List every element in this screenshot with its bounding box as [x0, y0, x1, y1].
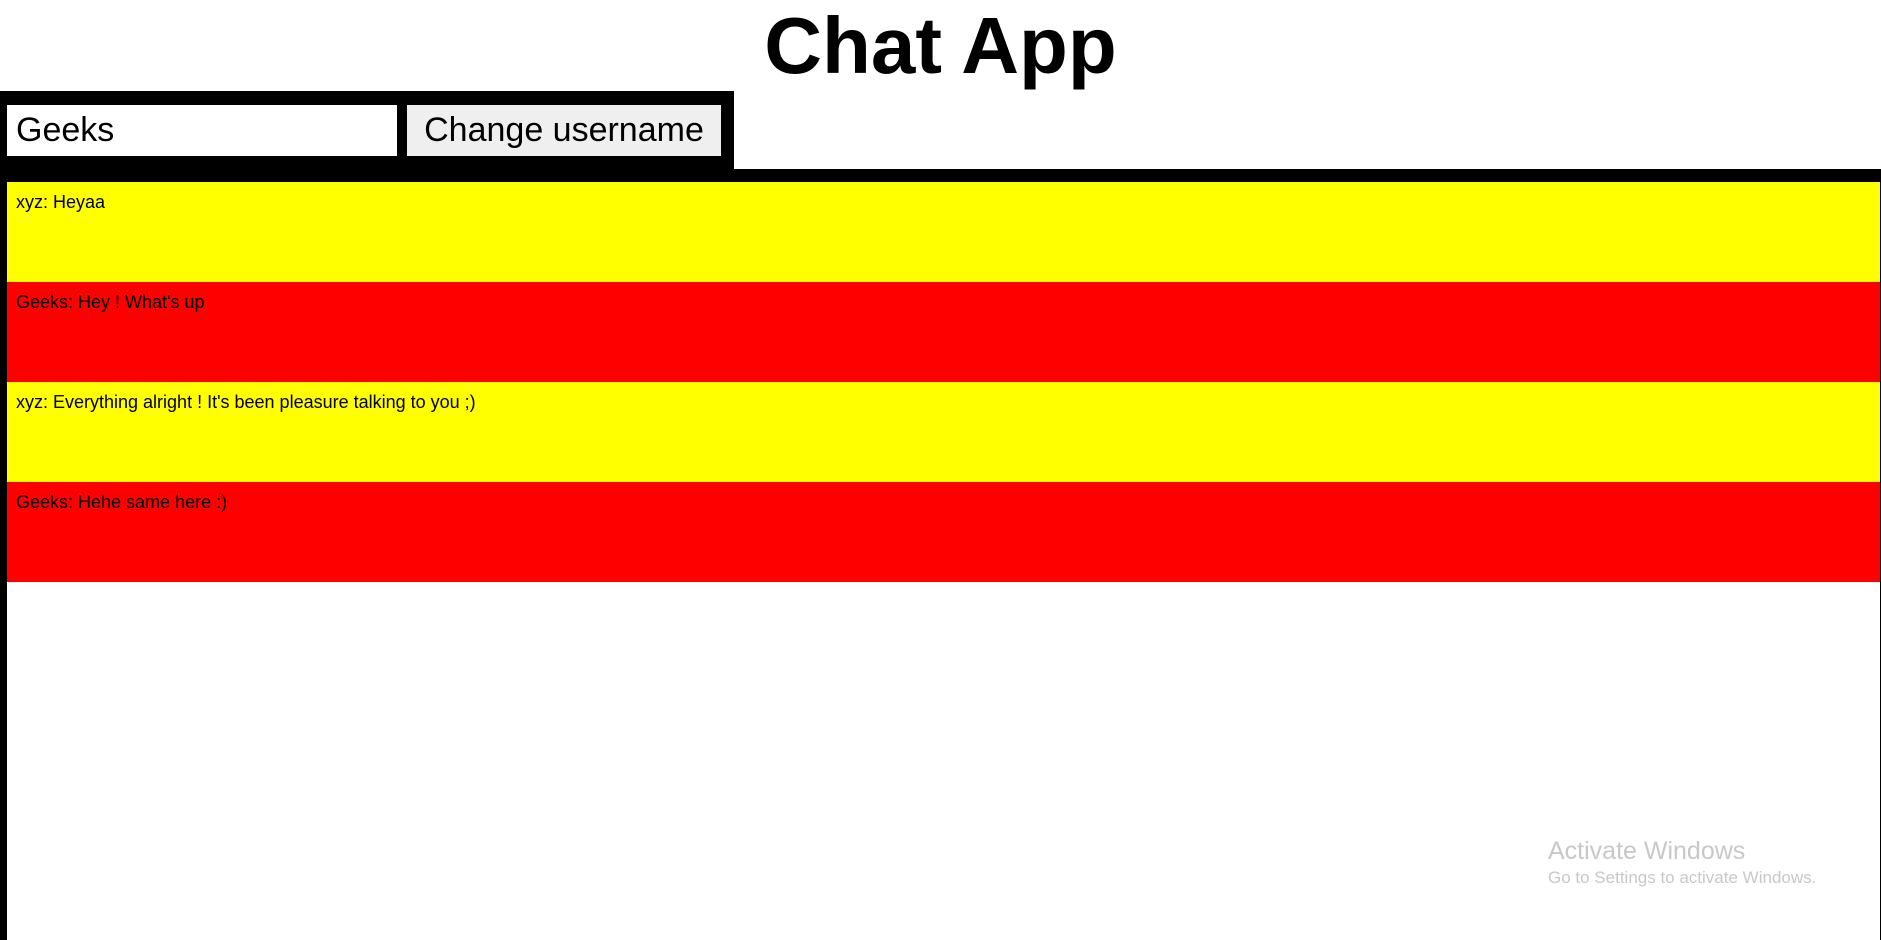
- change-username-button[interactable]: Change username: [407, 105, 721, 156]
- watermark-title: Activate Windows: [1548, 837, 1746, 865]
- username-input[interactable]: [7, 105, 397, 156]
- chat-frame: xyz: Heyaa Geeks: Hey ! What's up xyz: E…: [0, 169, 1881, 940]
- chat-message: Geeks: Hey ! What's up: [7, 282, 1880, 382]
- chat-message-list: xyz: Heyaa Geeks: Hey ! What's up xyz: E…: [7, 182, 1880, 940]
- chat-message: xyz: Heyaa: [7, 182, 1880, 282]
- username-toolbar: Change username: [0, 91, 734, 173]
- watermark-subtitle: Go to Settings to activate Windows.: [1548, 868, 1817, 887]
- chat-message: Geeks: Hehe same here :): [7, 482, 1880, 582]
- chat-app-page: Chat App Change username xyz: Heyaa Geek…: [0, 0, 1881, 940]
- activate-windows-watermark: Activate Windows Go to Settings to activ…: [1548, 836, 1816, 890]
- page-title: Chat App: [764, 1, 1117, 90]
- chat-message: xyz: Everything alright ! It's been plea…: [7, 382, 1880, 482]
